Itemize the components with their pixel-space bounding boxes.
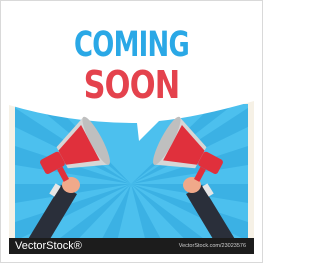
- headline-soon: SOON: [83, 63, 181, 107]
- watermark-image-ref: VectorStock.com/23023576: [178, 243, 246, 249]
- headline-coming: COMING: [74, 25, 190, 65]
- watermark-brand: VectorStock®: [15, 240, 82, 252]
- image-frame: COMING SOON VectorStock® VectorStock.com…: [0, 0, 263, 263]
- watermark-bar: VectorStock® VectorStock.com/23023576: [9, 238, 254, 254]
- coming-soon-illustration: COMING SOON VectorStock® VectorStock.com…: [9, 9, 254, 254]
